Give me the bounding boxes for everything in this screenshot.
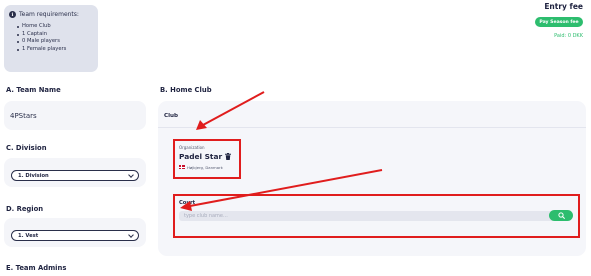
entry-fee-title: Entry fee [544,2,583,11]
requirements-list: Home Club 1 Captain 0 Male players 1 Fem… [9,23,93,53]
pay-season-fee-button[interactable]: Pay Season fee [535,17,583,27]
paid-amount: Paid: 0 DKK [554,33,583,39]
team-name-card[interactable]: 4PStars [4,101,146,130]
denmark-flag-icon [179,165,185,169]
divider [158,127,586,128]
section-home-club-heading: B. Home Club [160,86,212,94]
trash-icon[interactable] [225,153,231,160]
requirement-item: 1 Female players [17,46,93,54]
division-select-value: 1. Division [18,172,49,179]
team-requirements-box: i Team requirements: Home Club 1 Captain… [4,5,98,72]
region-card: 1. Vest [4,218,146,247]
organization-name: Padel Star [179,152,223,161]
team-name-value: 4PStars [10,112,37,120]
region-select[interactable]: 1. Vest [11,230,139,241]
court-search-button[interactable] [549,210,573,221]
organization-label: Organization [179,145,205,150]
requirement-item: 1 Captain [17,31,93,39]
chevron-down-icon [128,231,134,238]
court-search-input[interactable] [179,211,555,221]
section-team-name-heading: A. Team Name [6,86,61,94]
region-select-value: 1. Vest [18,232,39,239]
requirements-header: i Team requirements: [9,11,93,18]
section-region-heading: D. Region [6,205,44,213]
division-card: 1. Division [4,158,146,187]
court-highlight-box: Court [173,194,580,238]
requirements-title: Team requirements: [19,11,79,18]
info-icon: i [9,11,16,18]
section-division-heading: C. Division [6,144,47,152]
organization-highlight-box: Organization Padel Star Højbjerg, Danmar… [173,139,241,179]
search-icon [557,212,565,219]
requirement-item: 0 Male players [17,38,93,46]
section-team-admins-heading: E. Team Admins [6,264,67,272]
chevron-down-icon [128,171,134,178]
requirement-item: Home Club [17,23,93,31]
division-select[interactable]: 1. Division [11,170,139,181]
organization-location: Højbjerg, Danmark [187,164,223,170]
court-label: Court [179,200,196,206]
club-label: Club [164,113,179,119]
